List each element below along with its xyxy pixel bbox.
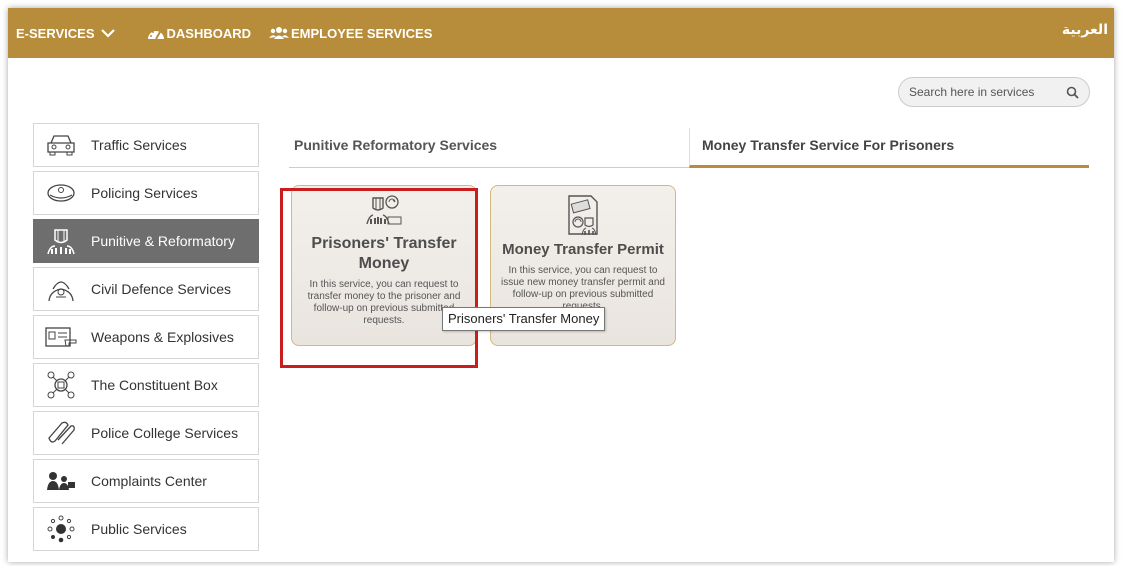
sidebar-item-label: Complaints Center [91, 473, 207, 489]
prisoner-icon [45, 225, 77, 257]
service-search [898, 77, 1090, 107]
dashboard-label: DASHBOARD [166, 25, 252, 41]
tooltip: Prisoners' Transfer Money [442, 307, 606, 331]
card-title: Money Transfer Permit [502, 241, 664, 258]
dashboard-gauge-icon [147, 29, 164, 40]
money-permit-icon [568, 195, 598, 236]
app-window: E-SERVICES DASHBOARD EMPLOYEE SERVICES ا… [8, 8, 1114, 562]
diploma-icon [45, 417, 77, 449]
search-input[interactable] [909, 85, 1059, 99]
sidebar-item-label: Civil Defence Services [91, 281, 232, 297]
main-nav: E-SERVICES DASHBOARD EMPLOYEE SERVICES [16, 8, 450, 58]
eservices-label: E-SERVICES [16, 25, 95, 41]
card-description: In this service, you can request to issu… [501, 265, 665, 312]
sidebar-item-police-college[interactable]: Police College Services [33, 411, 259, 455]
top-navigation-bar: E-SERVICES DASHBOARD EMPLOYEE SERVICES ا… [8, 8, 1114, 58]
sidebar-item-label: Traffic Services [91, 137, 187, 153]
dashboard-link[interactable]: DASHBOARD [147, 25, 252, 41]
tab-money-transfer-prisoners[interactable]: Money Transfer Service For Prisoners [689, 128, 1089, 168]
employee-services-link[interactable]: EMPLOYEE SERVICES [269, 26, 432, 41]
sidebar-item-label: The Constituent Box [91, 377, 218, 393]
tab-punitive-reformatory-services[interactable]: Punitive Reformatory Services [289, 128, 689, 168]
sidebar-item-label: Public Services [91, 521, 187, 537]
sidebar-item-label: Policing Services [91, 185, 198, 201]
sidebar-item-complaints[interactable]: Complaints Center [33, 459, 259, 503]
service-category-sidebar: Traffic Services Policing Services Punit… [33, 123, 259, 555]
network-box-icon [45, 369, 77, 401]
sidebar-item-policing[interactable]: Policing Services [33, 171, 259, 215]
firefighter-icon [45, 273, 77, 305]
language-switch[interactable]: العربية [1062, 22, 1108, 38]
id-card-icon [45, 321, 77, 353]
search-icon[interactable] [1066, 86, 1079, 99]
dots-cluster-icon [45, 513, 77, 545]
employees-icon [269, 27, 290, 39]
sidebar-item-punitive[interactable]: Punitive & Reformatory [33, 219, 259, 263]
sidebar-item-civil-defence[interactable]: Civil Defence Services [33, 267, 259, 311]
car-icon [45, 129, 77, 161]
sidebar-item-weapons[interactable]: Weapons & Explosives [33, 315, 259, 359]
sidebar-item-traffic[interactable]: Traffic Services [33, 123, 259, 167]
police-cap-icon [45, 177, 77, 209]
sidebar-item-constituent-box[interactable]: The Constituent Box [33, 363, 259, 407]
eservices-menu[interactable]: E-SERVICES [16, 26, 117, 41]
complaints-icon [45, 465, 77, 497]
sidebar-item-label: Punitive & Reformatory [91, 233, 235, 249]
service-tabs: Punitive Reformatory Services Money Tran… [289, 128, 1089, 168]
sidebar-item-label: Weapons & Explosives [91, 329, 234, 345]
highlight-box [280, 188, 478, 368]
chevron-down-icon [100, 29, 115, 38]
employee-services-label: EMPLOYEE SERVICES [291, 25, 433, 41]
sidebar-item-public[interactable]: Public Services [33, 507, 259, 551]
sidebar-item-label: Police College Services [91, 425, 239, 441]
